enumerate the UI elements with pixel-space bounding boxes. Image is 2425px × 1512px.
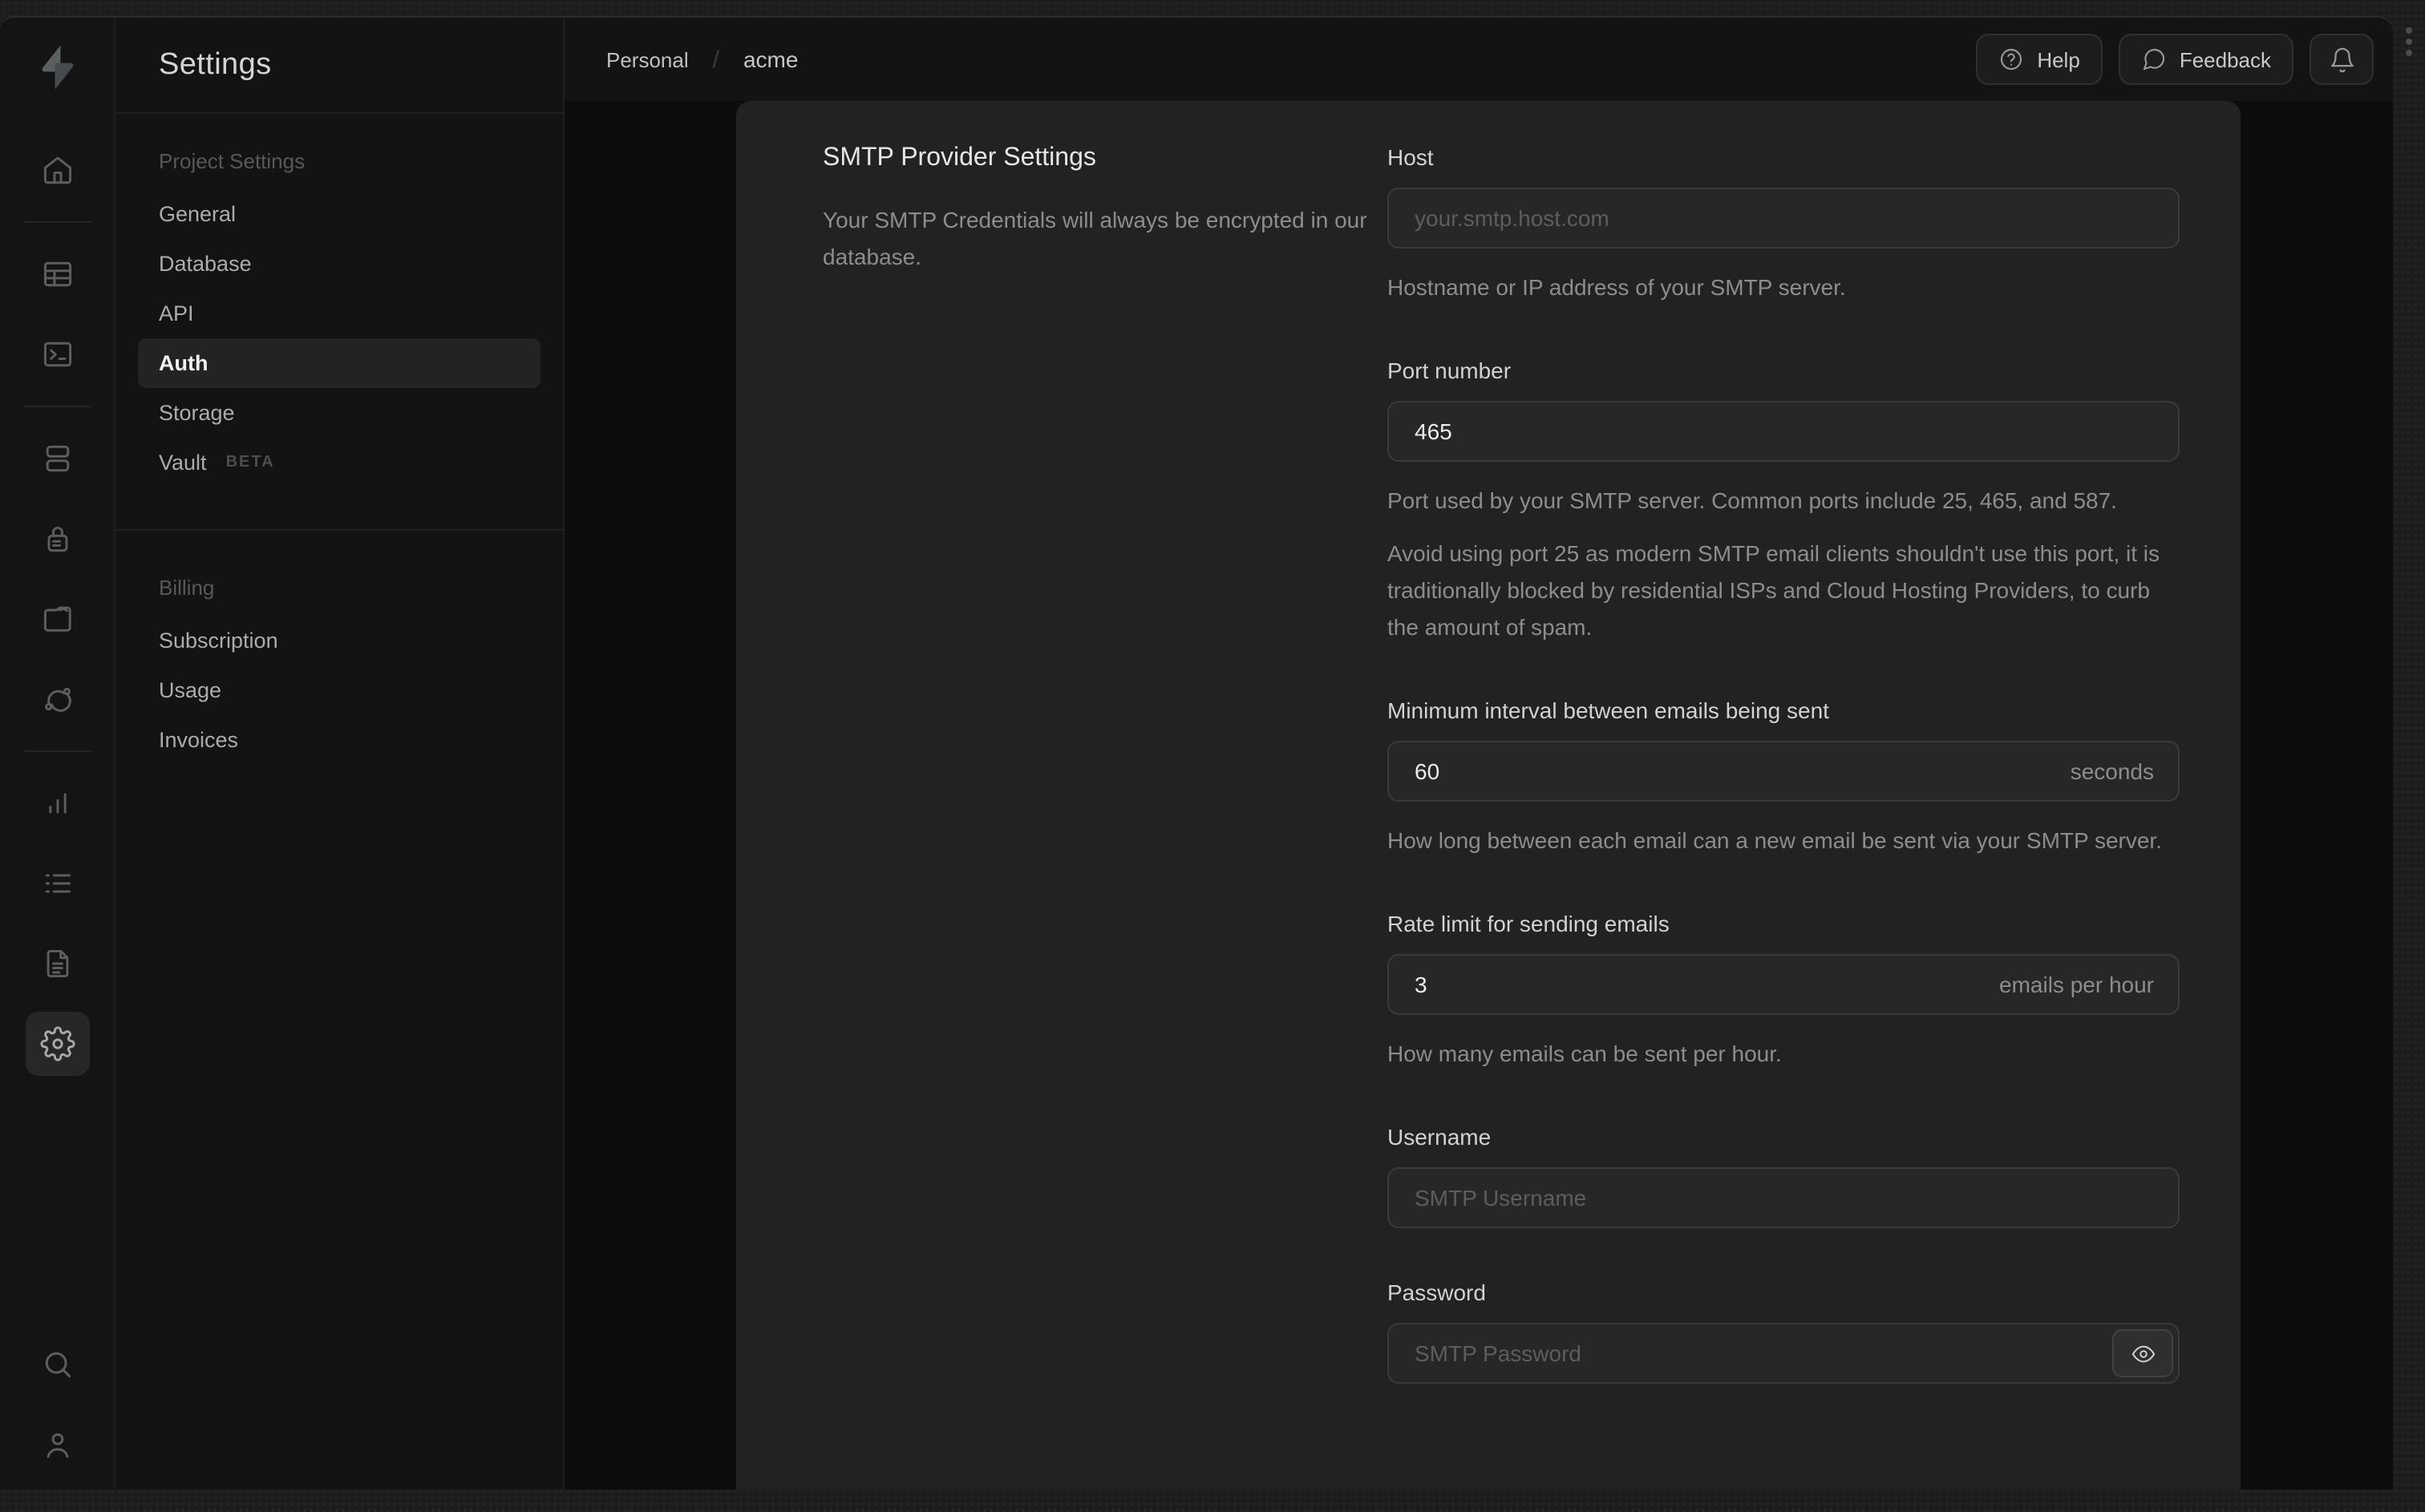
interval-input[interactable] xyxy=(1387,741,2180,802)
orbit-icon xyxy=(44,687,71,712)
document-icon xyxy=(46,949,68,978)
rail-divider xyxy=(23,221,91,223)
table-icon xyxy=(43,261,71,287)
supabase-logo-icon[interactable] xyxy=(36,43,78,91)
password-input[interactable] xyxy=(1387,1323,2180,1384)
sidebar-item-auth[interactable]: Auth xyxy=(138,338,540,388)
rail-sql-editor-button[interactable] xyxy=(25,322,89,386)
password-label: Password xyxy=(1387,1280,1486,1305)
eye-icon xyxy=(2131,1344,2155,1362)
scrollbar-dot xyxy=(2406,50,2412,56)
smtp-settings-panel: SMTP Provider Settings Your SMTP Credent… xyxy=(736,101,2241,1490)
search-icon xyxy=(44,1352,71,1378)
rate-limit-field-row: Rate limit for sending emails emails per… xyxy=(1387,911,2180,1073)
port-helper: Port used by your SMTP server. Common po… xyxy=(1387,487,2117,513)
rail-auth-button[interactable] xyxy=(25,507,89,571)
username-field-row: Username xyxy=(1387,1124,2180,1228)
rail-table-editor-button[interactable] xyxy=(25,242,89,306)
smtp-form: Host Hostname or IP address of your SMTP… xyxy=(1387,144,2180,1490)
main-area: Personal / acme Help Feedback SMTP Provi… xyxy=(565,18,2393,1490)
rail-search-button[interactable] xyxy=(25,1332,89,1397)
rail-divider xyxy=(23,750,91,752)
sidebar-item-storage[interactable]: Storage xyxy=(138,388,540,438)
sidebar-divider xyxy=(115,529,563,531)
sidebar-item-database[interactable]: Database xyxy=(138,239,540,289)
beta-badge: BETA xyxy=(225,454,275,471)
rail-divider xyxy=(23,406,91,407)
rail-edge-functions-button[interactable] xyxy=(25,667,89,731)
terminal-icon xyxy=(43,342,71,367)
database-icon xyxy=(45,445,69,472)
topbar-actions: Help Feedback xyxy=(1976,34,2374,85)
port-label: Port number xyxy=(1387,358,1512,383)
rail-user-button[interactable] xyxy=(25,1413,89,1477)
breadcrumb-project[interactable]: acme xyxy=(743,46,798,72)
help-button[interactable]: Help xyxy=(1976,34,2103,85)
list-icon xyxy=(44,874,71,893)
bell-icon xyxy=(2330,46,2353,72)
folder-icon xyxy=(43,606,71,632)
breadcrumb-org[interactable]: Personal xyxy=(606,47,689,71)
help-circle-icon xyxy=(2001,48,2022,71)
screen: Settings Project Settings General Databa… xyxy=(0,0,2425,1512)
speech-bubble-icon xyxy=(2143,48,2164,71)
scrollbar-dot xyxy=(2406,27,2412,34)
rate-limit-label: Rate limit for sending emails xyxy=(1387,911,1670,936)
rail-database-button[interactable] xyxy=(25,427,89,491)
settings-sidebar-body: Project Settings General Database API Au… xyxy=(115,114,563,765)
interval-label: Minimum interval between emails being se… xyxy=(1387,697,1829,723)
app-window: Settings Project Settings General Databa… xyxy=(0,16,2393,1490)
port-input[interactable] xyxy=(1387,401,2180,462)
rail-project-settings-button[interactable] xyxy=(25,1012,89,1076)
gear-icon xyxy=(39,1026,75,1061)
scrollbar-dot xyxy=(2406,38,2412,45)
host-field-row: Host Hostname or IP address of your SMTP… xyxy=(1387,144,2180,306)
rate-limit-input[interactable] xyxy=(1387,954,2180,1015)
page-title: Settings xyxy=(159,47,272,81)
toggle-password-visibility-button[interactable] xyxy=(2112,1329,2173,1377)
password-field-row: Password xyxy=(1387,1280,2180,1384)
port-field-row: Port number Port used by your SMTP serve… xyxy=(1387,358,2180,646)
breadcrumb-separator: / xyxy=(712,46,719,73)
home-icon xyxy=(43,156,71,184)
icon-rail xyxy=(0,18,115,1490)
rate-limit-helper: How many emails can be sent per hour. xyxy=(1387,1041,1782,1066)
nav-section-project-settings: Project Settings xyxy=(159,149,306,173)
username-label: Username xyxy=(1387,1124,1492,1150)
host-helper: Hostname or IP address of your SMTP serv… xyxy=(1387,274,1846,300)
rail-reports-button[interactable] xyxy=(25,771,89,835)
interval-helper: How long between each email can a new em… xyxy=(1387,827,2162,853)
host-label: Host xyxy=(1387,144,1434,170)
panel-title: SMTP Provider Settings xyxy=(823,144,1096,172)
rail-home-button[interactable] xyxy=(25,138,89,202)
settings-sidebar-header: Settings xyxy=(115,18,563,114)
interval-field-row: Minimum interval between emails being se… xyxy=(1387,697,2180,859)
rail-logs-button[interactable] xyxy=(25,851,89,916)
content-area: SMTP Provider Settings Your SMTP Credent… xyxy=(565,101,2393,1490)
bar-chart-icon xyxy=(48,793,66,814)
panel-intro: SMTP Provider Settings Your SMTP Credent… xyxy=(823,144,1387,1490)
sidebar-item-api[interactable]: API xyxy=(138,289,540,338)
settings-sidebar: Settings Project Settings General Databa… xyxy=(115,18,565,1490)
port-note: Avoid using port 25 as modern SMTP email… xyxy=(1387,540,2160,640)
rail-api-docs-button[interactable] xyxy=(25,932,89,996)
nav-section-billing: Billing xyxy=(159,576,215,600)
topbar: Personal / acme Help Feedback xyxy=(565,18,2393,101)
sidebar-item-subscription[interactable]: Subscription xyxy=(138,616,540,665)
sidebar-item-invoices[interactable]: Invoices xyxy=(138,715,540,765)
sidebar-item-vault[interactable]: Vault BETA xyxy=(138,438,540,487)
notifications-button[interactable] xyxy=(2310,34,2374,85)
sidebar-item-usage[interactable]: Usage xyxy=(138,665,540,715)
host-input[interactable] xyxy=(1387,188,2180,249)
feedback-button[interactable]: Feedback xyxy=(2118,34,2293,85)
user-icon xyxy=(46,1433,68,1458)
panel-description: Your SMTP Credentials will always be enc… xyxy=(823,207,1367,269)
sidebar-item-general[interactable]: General xyxy=(138,189,540,239)
lock-icon xyxy=(47,527,67,552)
username-input[interactable] xyxy=(1387,1167,2180,1228)
rail-storage-button[interactable] xyxy=(25,587,89,651)
